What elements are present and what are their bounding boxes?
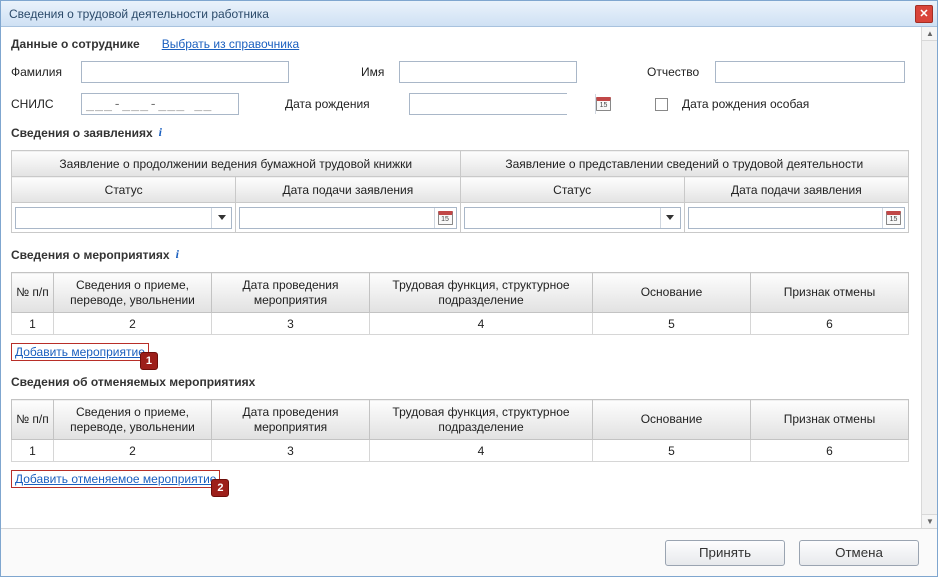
firstname-label: Имя bbox=[361, 65, 391, 79]
cancelled-col-function: Трудовая функция, структурное подразделе… bbox=[370, 400, 593, 440]
lastname-label: Фамилия bbox=[11, 65, 73, 79]
window-title: Сведения о трудовой деятельности работни… bbox=[9, 7, 269, 21]
info-icon[interactable]: i bbox=[176, 247, 179, 262]
employee-section-title: Данные о сотруднике bbox=[11, 37, 140, 51]
applications-col-date-2: Дата подачи заявления bbox=[684, 177, 908, 203]
snils-input[interactable] bbox=[81, 93, 239, 115]
cancelled-col-basis: Основание bbox=[593, 400, 751, 440]
date1-field[interactable]: 15 bbox=[239, 207, 456, 229]
marker-badge-1: 1 bbox=[140, 352, 158, 370]
dialog-footer: Принять Отмена bbox=[1, 528, 937, 576]
dob-field[interactable]: 15 bbox=[409, 93, 567, 115]
status2-combo[interactable] bbox=[464, 207, 681, 229]
lastname-input[interactable] bbox=[81, 61, 289, 83]
snils-label: СНИЛС bbox=[11, 97, 73, 111]
applications-section-title: Сведения о заявлениях bbox=[11, 126, 153, 140]
scroll-up-icon[interactable]: ▲ bbox=[922, 27, 938, 41]
dob-label: Дата рождения bbox=[285, 97, 377, 111]
add-cancelled-box: Добавить отменяемое мероприятие 2 bbox=[11, 470, 220, 488]
add-event-box: Добавить мероприятие 1 bbox=[11, 343, 149, 361]
dialog-window: Сведения о трудовой деятельности работни… bbox=[0, 0, 938, 577]
applications-col-date-1: Дата подачи заявления bbox=[236, 177, 460, 203]
close-icon[interactable]: ✕ bbox=[915, 5, 933, 23]
applications-table: Заявление о продолжении ведения бумажной… bbox=[11, 150, 909, 233]
date1-input[interactable] bbox=[240, 208, 433, 228]
cancelled-col-no: № п/п bbox=[12, 400, 54, 440]
cancelled-col-date: Дата проведения мероприятия bbox=[212, 400, 370, 440]
events-col-cancel: Признак отмены bbox=[751, 273, 909, 313]
scroll-down-icon[interactable]: ▼ bbox=[922, 514, 938, 528]
cancelled-col-details: Сведения о приеме, переводе, увольнении bbox=[54, 400, 212, 440]
calendar-icon[interactable]: 15 bbox=[434, 208, 456, 228]
middlename-label: Отчество bbox=[647, 65, 707, 79]
events-col-details: Сведения о приеме, переводе, увольнении bbox=[54, 273, 212, 313]
add-event-link[interactable]: Добавить мероприятие bbox=[15, 345, 145, 359]
titlebar: Сведения о трудовой деятельности работни… bbox=[1, 1, 937, 27]
cancelled-col-cancel: Признак отмены bbox=[751, 400, 909, 440]
events-col-no: № п/п bbox=[12, 273, 54, 313]
form-content: Данные о сотруднике Выбрать из справочни… bbox=[1, 27, 921, 488]
applications-group-info: Заявление о представлении сведений о тру… bbox=[460, 151, 909, 177]
date2-input[interactable] bbox=[689, 208, 882, 228]
info-icon[interactable]: i bbox=[159, 125, 162, 140]
applications-col-status-2: Статус bbox=[460, 177, 684, 203]
events-col-function: Трудовая функция, структурное подразделе… bbox=[370, 273, 593, 313]
dob-special-label: Дата рождения особая bbox=[682, 97, 809, 111]
select-from-directory-link[interactable]: Выбрать из справочника bbox=[162, 37, 299, 51]
accept-button[interactable]: Принять bbox=[665, 540, 785, 566]
table-row: 1 2 3 4 5 6 bbox=[12, 440, 909, 462]
table-row: 1 2 3 4 5 6 bbox=[12, 313, 909, 335]
chevron-down-icon bbox=[660, 208, 680, 228]
firstname-input[interactable] bbox=[399, 61, 577, 83]
vertical-scrollbar[interactable]: ▲ ▼ bbox=[921, 27, 937, 528]
events-col-date: Дата проведения мероприятия bbox=[212, 273, 370, 313]
marker-badge-2: 2 bbox=[211, 479, 229, 497]
applications-group-paper: Заявление о продолжении ведения бумажной… bbox=[12, 151, 461, 177]
status1-combo[interactable] bbox=[15, 207, 232, 229]
applications-col-status-1: Статус bbox=[12, 177, 236, 203]
events-section-title: Сведения о мероприятиях bbox=[11, 248, 170, 262]
date2-field[interactable]: 15 bbox=[688, 207, 905, 229]
cancelled-section-title: Сведения об отменяемых мероприятиях bbox=[11, 375, 255, 389]
add-cancelled-link[interactable]: Добавить отменяемое мероприятие bbox=[15, 472, 216, 486]
chevron-down-icon bbox=[211, 208, 231, 228]
dob-input[interactable] bbox=[410, 94, 595, 114]
cancel-button[interactable]: Отмена bbox=[799, 540, 919, 566]
dob-special-checkbox[interactable] bbox=[655, 98, 668, 111]
cancelled-grid: № п/п Сведения о приеме, переводе, уволь… bbox=[11, 399, 909, 462]
calendar-icon[interactable]: 15 bbox=[882, 208, 904, 228]
events-grid: № п/п Сведения о приеме, переводе, уволь… bbox=[11, 272, 909, 335]
middlename-input[interactable] bbox=[715, 61, 905, 83]
calendar-icon[interactable]: 15 bbox=[595, 94, 611, 114]
events-col-basis: Основание bbox=[593, 273, 751, 313]
